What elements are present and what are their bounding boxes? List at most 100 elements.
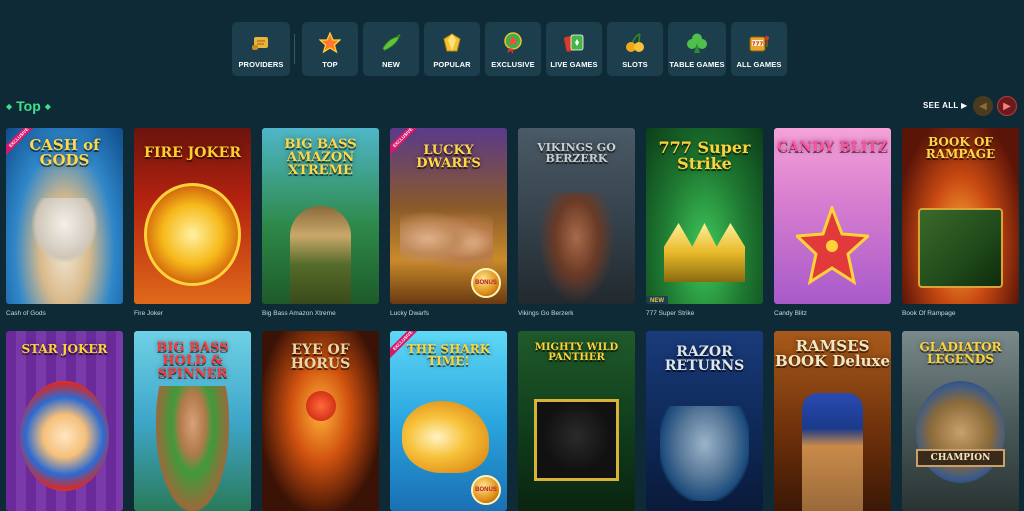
nav-divider (294, 34, 295, 64)
game-tile-the-shark-time[interactable]: THE SHARK TIME! EXCLUSIVE BONUS (390, 331, 507, 511)
nav-label: TOP (322, 60, 338, 69)
gladiator-illustration (916, 381, 1005, 483)
bonus-badge: BONUS (471, 475, 501, 505)
game-tile-razor-returns[interactable]: RAZOR RETURNS (646, 331, 763, 511)
see-all-link[interactable]: SEE ALL ▶ (923, 101, 967, 110)
game-logo: CANDY BLITZ (777, 139, 888, 155)
game-logo: FIRE JOKER (144, 145, 241, 161)
nav-slots[interactable]: SLOTS (607, 22, 663, 76)
game-tile-vikings-go-berzerk[interactable]: VIKINGS GO BERZERK (518, 128, 635, 304)
game-tile-star-joker[interactable]: STAR JOKER (6, 331, 123, 511)
chili-icon (380, 32, 402, 54)
viking-illustration (538, 193, 615, 304)
game-name[interactable]: 777 Super Strike (646, 310, 694, 317)
pharaoh-illustration (802, 393, 863, 511)
fire-wheel (144, 183, 241, 286)
bonus-badge: BONUS (471, 268, 501, 298)
game-tile-mighty-wild-panther[interactable]: MIGHTY WILD PANTHER (518, 331, 635, 511)
champion-banner: CHAMPION (916, 449, 1005, 467)
see-all-label: SEE ALL (923, 101, 959, 110)
game-tile-777-super-strike[interactable]: 777 Super Strike NEW (646, 128, 763, 304)
game-tile-big-bass-hold-spinner[interactable]: BIG BASS HOLD & SPINNER (134, 331, 251, 511)
game-tile-cash-of-gods[interactable]: CASH of GODS EXCLUSIVE (6, 128, 123, 304)
medal-icon (502, 32, 524, 54)
dwarfs-illustration (400, 203, 493, 274)
game-tile-candy-blitz[interactable]: CANDY BLITZ (774, 128, 891, 304)
section-title: ◆ Top ◆ (6, 98, 51, 114)
nav-label: LIVE GAMES (550, 60, 598, 69)
game-tile-gladiator-legends[interactable]: GLADIATOR LEGENDS CHAMPION (902, 331, 1019, 511)
game-tile-lucky-dwarfs[interactable]: LUCKY DWARFS EXCLUSIVE BONUS (390, 128, 507, 304)
nav-providers[interactable]: PROVIDERS (232, 22, 290, 76)
game-tile-fire-joker[interactable]: FIRE JOKER (134, 128, 251, 304)
game-logo: RAZOR RETURNS (664, 344, 745, 374)
fisherman-illustration (156, 386, 229, 511)
crown-illustration (664, 223, 745, 282)
svg-text:777: 777 (752, 41, 764, 47)
scroll-icon (250, 32, 272, 54)
game-tile-eye-of-horus[interactable]: EYE OF HORUS (262, 331, 379, 511)
game-logo: VIKINGS GO BERZERK (537, 141, 616, 165)
game-name[interactable]: Vikings Go Berzerk (518, 310, 574, 317)
diamond-icon: ◆ (6, 101, 13, 111)
nav-label: POPULAR (433, 60, 471, 69)
game-name[interactable]: Cash of Gods (6, 310, 46, 317)
game-logo: MIGHTY WILD PANTHER (534, 342, 619, 363)
candy-star-illustration (793, 203, 872, 286)
next-arrow-button[interactable]: ▶ (997, 96, 1017, 116)
nav-label: PROVIDERS (238, 60, 284, 69)
prev-arrow-button[interactable]: ◀ (973, 96, 993, 116)
nav-popular[interactable]: POPULAR (424, 22, 480, 76)
chevron-right-icon: ▶ (1003, 100, 1011, 112)
sun-orb (306, 391, 336, 421)
diamond-icon: ◆ (44, 101, 51, 111)
gem-icon (441, 32, 463, 54)
nav-label: NEW (382, 60, 400, 69)
star-icon (319, 32, 341, 54)
section-title-text: Top (16, 98, 41, 114)
game-name[interactable]: Lucky Dwarfs (390, 310, 429, 317)
game-logo: STAR JOKER (21, 342, 108, 356)
cherries-icon (624, 32, 646, 54)
game-name[interactable]: Book Of Rampage (902, 310, 955, 317)
chevron-left-icon: ◀ (979, 100, 987, 112)
fisherman-illustration (290, 206, 351, 304)
nav-all-games[interactable]: 777 ALL GAMES (731, 22, 787, 76)
new-badge: NEW (646, 296, 668, 304)
category-nav: PROVIDERS TOP NEW POPULAR EXCLUSIVE LIVE… (232, 22, 787, 76)
nav-live-games[interactable]: LIVE GAMES (546, 22, 602, 76)
club-icon (686, 32, 708, 54)
game-tile-ramses-book[interactable]: RAMSES BOOK Deluxe (774, 331, 891, 511)
game-logo: LUCKY DWARFS (416, 143, 481, 171)
panther-illustration (534, 399, 619, 481)
game-name[interactable]: Big Bass Amazon Xtreme (262, 310, 336, 317)
nav-label: ALL GAMES (736, 60, 782, 69)
game-logo: RAMSES BOOK Deluxe (775, 337, 890, 370)
game-tile-book-of-rampage[interactable]: BOOK OF RAMPAGE (902, 128, 1019, 304)
chevron-right-icon: ▶ (960, 101, 968, 110)
game-logo: 777 Super Strike (658, 138, 751, 173)
game-name[interactable]: Fire Joker (134, 310, 163, 317)
nav-exclusive[interactable]: EXCLUSIVE (485, 22, 541, 76)
nav-table-games[interactable]: TABLE GAMES (668, 22, 726, 76)
book-illustration (918, 208, 1003, 288)
game-logo: GLADIATOR LEGENDS (919, 340, 1002, 366)
cards-icon (563, 32, 585, 54)
nav-new[interactable]: NEW (363, 22, 419, 76)
game-tile-big-bass-amazon-xtreme[interactable]: BIG BASS AMAZON XTREME (262, 128, 379, 304)
game-logo: BIG BASS HOLD & SPINNER (156, 340, 229, 381)
zeus-illustration (31, 198, 98, 264)
game-logo: CASH of GODS (29, 136, 100, 169)
nav-top[interactable]: TOP (302, 22, 358, 76)
game-name[interactable]: Candy Blitz (774, 310, 807, 317)
nav-label: EXCLUSIVE (491, 60, 535, 69)
slot-machine-icon: 777 (748, 32, 770, 54)
game-logo: BOOK OF RAMPAGE (925, 135, 996, 161)
game-logo: THE SHARK TIME! (406, 342, 491, 368)
nav-label: TABLE GAMES (669, 60, 725, 69)
shark-illustration (660, 406, 749, 501)
nav-label: SLOTS (622, 60, 648, 69)
game-logo: BIG BASS AMAZON XTREME (284, 137, 357, 178)
joker-illustration (20, 381, 109, 491)
game-logo: EYE OF HORUS (290, 342, 351, 372)
